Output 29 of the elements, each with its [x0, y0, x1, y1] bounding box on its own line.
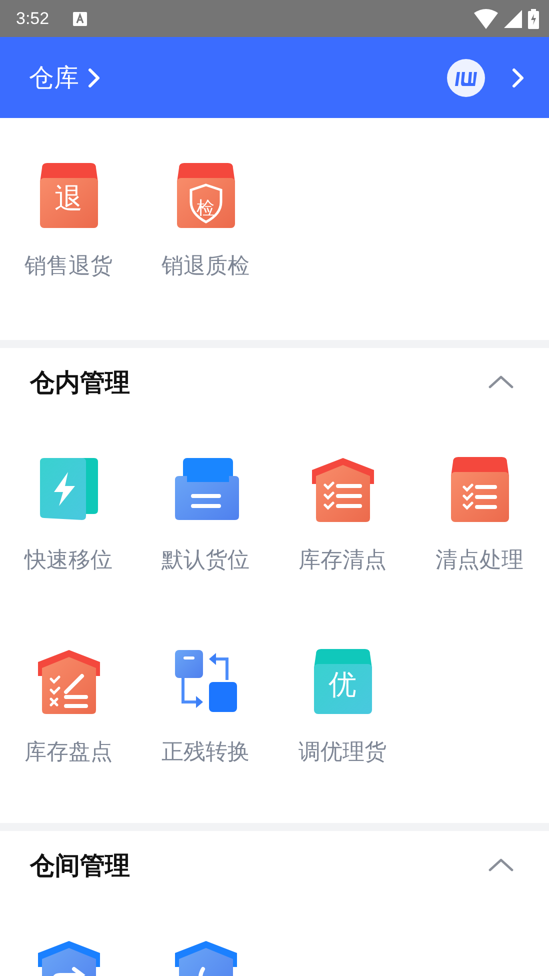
house-checklist-icon[interactable]: [36, 648, 102, 714]
menu-item-label[interactable]: 快速移位: [24, 546, 112, 576]
tray-icon[interactable]: [172, 456, 238, 522]
menu-item-label[interactable]: 销退质检: [162, 252, 250, 282]
section-title: 仓内管理: [30, 366, 130, 398]
collapse-chevron-icon[interactable]: [488, 857, 514, 873]
logo-icon[interactable]: [447, 58, 485, 96]
battery-icon: [528, 8, 539, 28]
wifi-icon: [474, 8, 498, 28]
warehouse-selector[interactable]: 仓库: [29, 61, 79, 94]
icon-glyph: 检: [196, 197, 214, 221]
section-title: 仓间管理: [30, 850, 130, 882]
chevron-right-icon[interactable]: [87, 66, 101, 88]
menu-item-label[interactable]: 销售退货: [24, 252, 112, 282]
menu-item-label[interactable]: 正残转换: [162, 738, 250, 768]
transfer-icon[interactable]: [172, 648, 238, 714]
menu-item-label[interactable]: 默认货位: [162, 546, 250, 576]
status-time: 3:52: [16, 8, 50, 28]
menu-item-label[interactable]: 库存盘点: [24, 738, 112, 768]
menu-item-label[interactable]: 调优理货: [298, 738, 386, 768]
menu-item-label[interactable]: 库存清点: [298, 546, 386, 576]
signal-icon: [504, 10, 522, 28]
icon-glyph: 优: [328, 668, 356, 702]
menu-item-label[interactable]: 清点处理: [436, 546, 524, 576]
chevron-right-icon[interactable]: [511, 66, 525, 88]
keyboard-notification-icon: [73, 12, 88, 26]
collapse-chevron-icon[interactable]: [488, 374, 514, 390]
house-checklist-icon[interactable]: [310, 456, 376, 522]
icon-glyph: 退: [54, 182, 82, 216]
